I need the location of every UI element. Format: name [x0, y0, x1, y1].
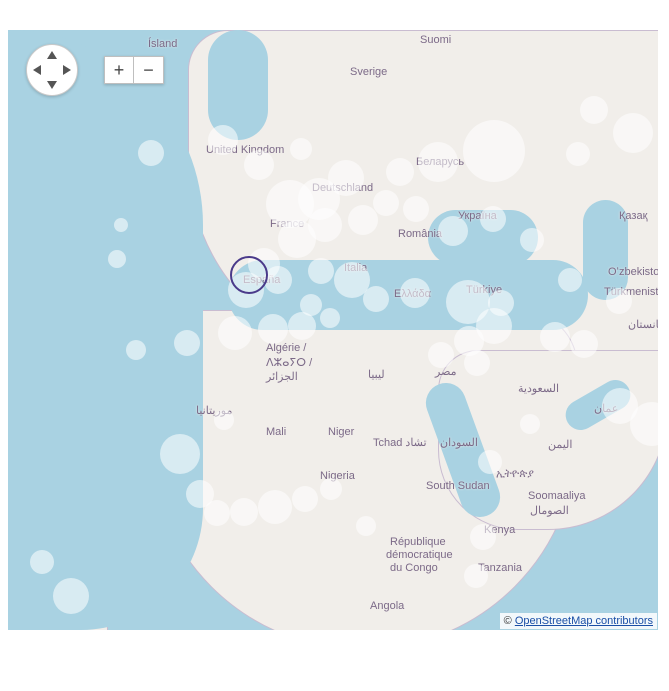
map-area[interactable]: ÍslandSuomiSverigeUnited KingdomDeutschl…	[8, 30, 658, 630]
map-attribution: © OpenStreetMap contributors	[500, 613, 657, 629]
sea-north	[208, 30, 268, 140]
zoom-control: + −	[104, 56, 164, 84]
pan-control	[26, 44, 78, 96]
attribution-link[interactable]: OpenStreetMap contributors	[515, 615, 653, 627]
sea-atlantic	[8, 30, 203, 630]
sea-mediterranean	[228, 260, 588, 330]
country-label: Ísland	[148, 38, 177, 50]
selection-ring[interactable]	[230, 256, 268, 294]
zoom-out-button[interactable]: −	[134, 56, 164, 84]
pan-right-icon[interactable]	[63, 65, 71, 75]
sea-black	[428, 210, 538, 265]
pan-left-icon[interactable]	[33, 65, 41, 75]
attribution-prefix: ©	[504, 615, 515, 627]
sea-caspian	[583, 200, 628, 300]
zoom-in-button[interactable]: +	[104, 56, 134, 84]
pan-up-icon[interactable]	[47, 51, 57, 59]
pan-down-icon[interactable]	[47, 81, 57, 89]
